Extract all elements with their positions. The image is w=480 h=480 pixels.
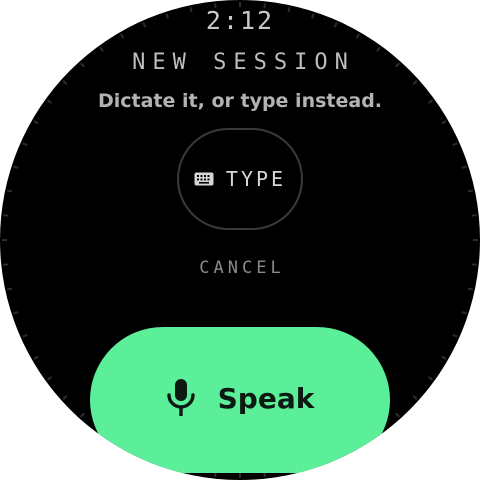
bezel-tick [46,376,53,381]
cancel-button[interactable]: CANCEL [0,258,480,278]
bezel-tick [62,80,68,85]
bezel-tick [452,142,458,147]
bezel-tick [62,395,68,400]
keyboard-icon [194,172,214,186]
speak-button[interactable]: Speak [90,327,390,473]
bezel-tick [22,333,28,338]
status-time: 2:12 [205,6,275,35]
page-title: NEW SESSION [132,50,355,75]
page-subtitle: Dictate it, or type instead. [97,90,383,112]
bezel-tick [6,287,13,291]
speak-button-label: Speak [217,381,315,415]
bezel-tick [13,165,19,169]
bezel-tick [467,189,474,193]
bezel-tick [471,214,477,217]
bezel-tick [461,165,467,169]
type-button[interactable]: TYPE [177,128,303,230]
bezel-tick [33,355,39,360]
bezel-tick [80,412,85,418]
bezel-tick [3,214,9,217]
watch-screen: 2:12 NEW SESSION Dictate it, or type ins… [0,0,480,480]
bezel-tick [22,142,28,147]
bezel-tick [441,120,447,125]
bezel-tick [452,333,458,338]
bezel-tick [395,412,400,418]
bezel-tick [461,311,467,315]
bezel-tick [13,311,19,315]
bezel-tick [412,80,418,85]
bezel-tick [467,287,474,291]
bezel-tick [441,355,447,360]
microphone-icon [166,378,196,418]
bezel-tick [33,120,39,125]
type-button-label: TYPE [225,167,287,191]
watch-face: 2:12 NEW SESSION Dictate it, or type ins… [0,0,480,480]
bezel-tick [6,189,13,193]
bezel-tick [427,376,434,381]
bezel-tick [412,395,418,400]
